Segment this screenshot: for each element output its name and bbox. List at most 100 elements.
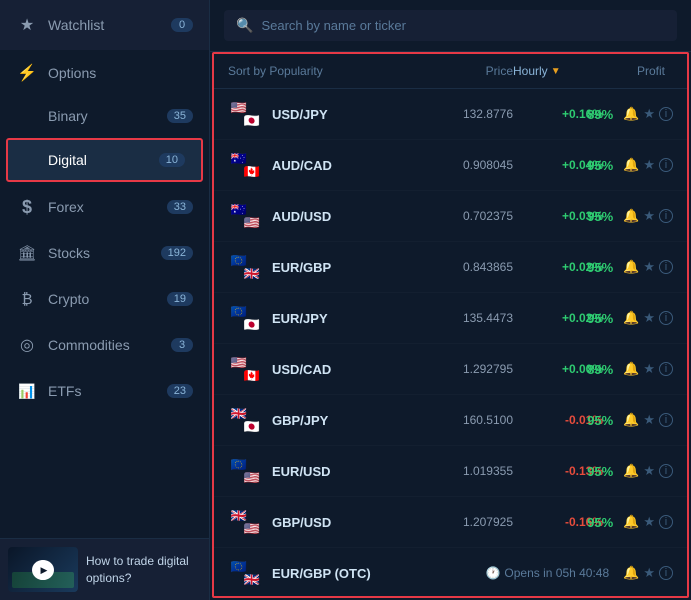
profit-cell: 95% 🔔 ★ i: [603, 412, 673, 428]
header-name: Sort by Popularity: [228, 64, 423, 78]
bell-icon[interactable]: 🔔: [623, 565, 639, 581]
row-actions: 🔔 ★ i: [623, 157, 673, 173]
sidebar-item-forex[interactable]: $ Forex 33: [0, 184, 209, 230]
sidebar-item-etfs[interactable]: 📊 ETFs 23: [0, 368, 209, 414]
video-preview-image: ▶: [8, 547, 78, 592]
sidebar-item-stocks[interactable]: 🏛 Stocks 192: [0, 230, 209, 276]
pair-name: GBP/USD: [272, 515, 331, 530]
table-row[interactable]: 🇦🇺 🇨🇦 AUD/CAD 0.908045 +0.04% 95% 🔔 ★ i: [214, 140, 687, 191]
sidebar-item-digital[interactable]: Digital 10: [6, 138, 203, 182]
pair-name: EUR/GBP: [272, 260, 331, 275]
price-cell: 1.207925: [423, 515, 513, 529]
bell-icon[interactable]: 🔔: [623, 463, 639, 479]
info-icon[interactable]: i: [659, 107, 673, 121]
sidebar-item-binary[interactable]: Binary 35: [0, 96, 209, 136]
table-row[interactable]: 🇪🇺 🇬🇧 EUR/GBP (OTC) OTC 🕐 Opens in 05h 4…: [214, 548, 687, 598]
bell-icon[interactable]: 🔔: [623, 106, 639, 122]
price-cell: 160.5100: [423, 413, 513, 427]
pair-name: EUR/JPY: [272, 311, 328, 326]
profit-value: 95%: [587, 260, 613, 275]
crypto-badge: 19: [167, 292, 193, 306]
star-icon[interactable]: ★: [643, 208, 655, 224]
flag-combo: 🇦🇺 🇺🇸: [228, 199, 262, 233]
star-icon[interactable]: ★: [643, 310, 655, 326]
star-icon[interactable]: ★: [643, 412, 655, 428]
star-icon[interactable]: ★: [643, 361, 655, 377]
info-icon[interactable]: i: [659, 362, 673, 376]
bell-icon[interactable]: 🔔: [623, 310, 639, 326]
table-row[interactable]: 🇪🇺 🇬🇧 EUR/GBP 0.843865 +0.02% 95% 🔔 ★ i: [214, 242, 687, 293]
sidebar-item-label: Watchlist: [48, 17, 171, 33]
profit-value: 95%: [587, 413, 613, 428]
flag2: 🇨🇦: [242, 162, 262, 182]
sidebar-item-commodities[interactable]: ◎ Commodities 3: [0, 322, 209, 368]
forex-icon: $: [16, 196, 38, 218]
info-icon[interactable]: i: [659, 413, 673, 427]
info-icon[interactable]: i: [659, 464, 673, 478]
flag2: 🇬🇧: [242, 570, 262, 590]
bell-icon[interactable]: 🔔: [623, 412, 639, 428]
table-row[interactable]: 🇪🇺 🇺🇸 EUR/USD 1.019355 -0.13% 95% 🔔 ★ i: [214, 446, 687, 497]
sidebar-item-label: Options: [48, 65, 193, 81]
bell-icon[interactable]: 🔔: [623, 361, 639, 377]
sidebar-item-options[interactable]: ⚡ Options: [0, 50, 209, 96]
info-icon[interactable]: i: [659, 209, 673, 223]
bell-icon[interactable]: 🔔: [623, 514, 639, 530]
info-icon[interactable]: i: [659, 515, 673, 529]
pair-cell: 🇦🇺 🇨🇦 AUD/CAD: [228, 148, 423, 182]
profit-value: 95%: [587, 515, 613, 530]
bell-icon[interactable]: 🔔: [623, 259, 639, 275]
table-row[interactable]: 🇺🇸 🇨🇦 USD/CAD 1.292795 +0.00% 89% 🔔 ★ i: [214, 344, 687, 395]
sidebar-item-label: Forex: [48, 199, 167, 215]
play-icon: ▶: [41, 564, 48, 575]
bell-icon[interactable]: 🔔: [623, 157, 639, 173]
flag2: 🇯🇵: [242, 315, 262, 335]
table-row[interactable]: 🇺🇸 🇯🇵 USD/JPY 132.8776 +0.16% 89% 🔔 ★ i: [214, 89, 687, 140]
profit-cell: 95% 🔔 ★ i: [603, 259, 673, 275]
search-bar: 🔍: [210, 0, 691, 52]
star-icon[interactable]: ★: [643, 106, 655, 122]
info-icon[interactable]: i: [659, 260, 673, 274]
pair-cell: 🇪🇺 🇬🇧 EUR/GBP: [228, 250, 423, 284]
sidebar-item-watchlist[interactable]: ★ Watchlist 0: [0, 0, 209, 50]
info-icon[interactable]: i: [659, 311, 673, 325]
otc-info: 🕐 Opens in 05h 40:48 🔔 ★ i: [485, 565, 673, 581]
video-thumbnail[interactable]: ▶ How to trade digital options?: [0, 538, 209, 600]
sort-arrow-icon: ▼: [551, 66, 561, 77]
star-icon[interactable]: ★: [643, 565, 655, 581]
row-actions: 🔔 ★ i: [623, 310, 673, 326]
pair-cell: 🇬🇧 🇺🇸 GBP/USD: [228, 505, 423, 539]
pair-cell: 🇺🇸 🇯🇵 USD/JPY: [228, 97, 423, 131]
price-cell: 1.019355: [423, 464, 513, 478]
table-row[interactable]: 🇬🇧 🇯🇵 GBP/JPY 160.5100 -0.01% 95% 🔔 ★ i: [214, 395, 687, 446]
row-actions: 🔔 ★ i: [623, 361, 673, 377]
star-icon[interactable]: ★: [643, 514, 655, 530]
star-icon[interactable]: ★: [643, 259, 655, 275]
flag-combo: 🇺🇸 🇯🇵: [228, 97, 262, 131]
price-cell: 132.8776: [423, 107, 513, 121]
sidebar-item-label: Stocks: [48, 245, 161, 261]
sidebar-item-label: ETFs: [48, 383, 167, 399]
price-cell: 0.843865: [423, 260, 513, 274]
commodities-badge: 3: [171, 338, 193, 352]
table-row[interactable]: 🇬🇧 🇺🇸 GBP/USD 1.207925 -0.16% 95% 🔔 ★ i: [214, 497, 687, 548]
search-icon: 🔍: [236, 17, 253, 34]
sidebar-item-crypto[interactable]: ₿ Crypto 19: [0, 276, 209, 322]
search-input[interactable]: [261, 18, 665, 33]
row-actions: 🔔 ★ i: [623, 106, 673, 122]
profit-value: 95%: [587, 158, 613, 173]
header-hourly[interactable]: Hourly ▼: [513, 64, 603, 78]
info-icon[interactable]: i: [659, 566, 673, 580]
bell-icon[interactable]: 🔔: [623, 208, 639, 224]
table-row[interactable]: 🇦🇺 🇺🇸 AUD/USD 0.702375 +0.03% 95% 🔔 ★ i: [214, 191, 687, 242]
flag-combo: 🇬🇧 🇯🇵: [228, 403, 262, 437]
info-icon[interactable]: i: [659, 158, 673, 172]
header-price: Price: [423, 64, 513, 78]
star-icon[interactable]: ★: [643, 463, 655, 479]
profit-cell: 95% 🔔 ★ i: [603, 514, 673, 530]
table-row[interactable]: 🇪🇺 🇯🇵 EUR/JPY 135.4473 +0.02% 95% 🔔 ★ i: [214, 293, 687, 344]
star-icon[interactable]: ★: [643, 157, 655, 173]
profit-value: 89%: [587, 107, 613, 122]
forex-badge: 33: [167, 200, 193, 214]
profit-cell: 95% 🔔 ★ i: [603, 463, 673, 479]
